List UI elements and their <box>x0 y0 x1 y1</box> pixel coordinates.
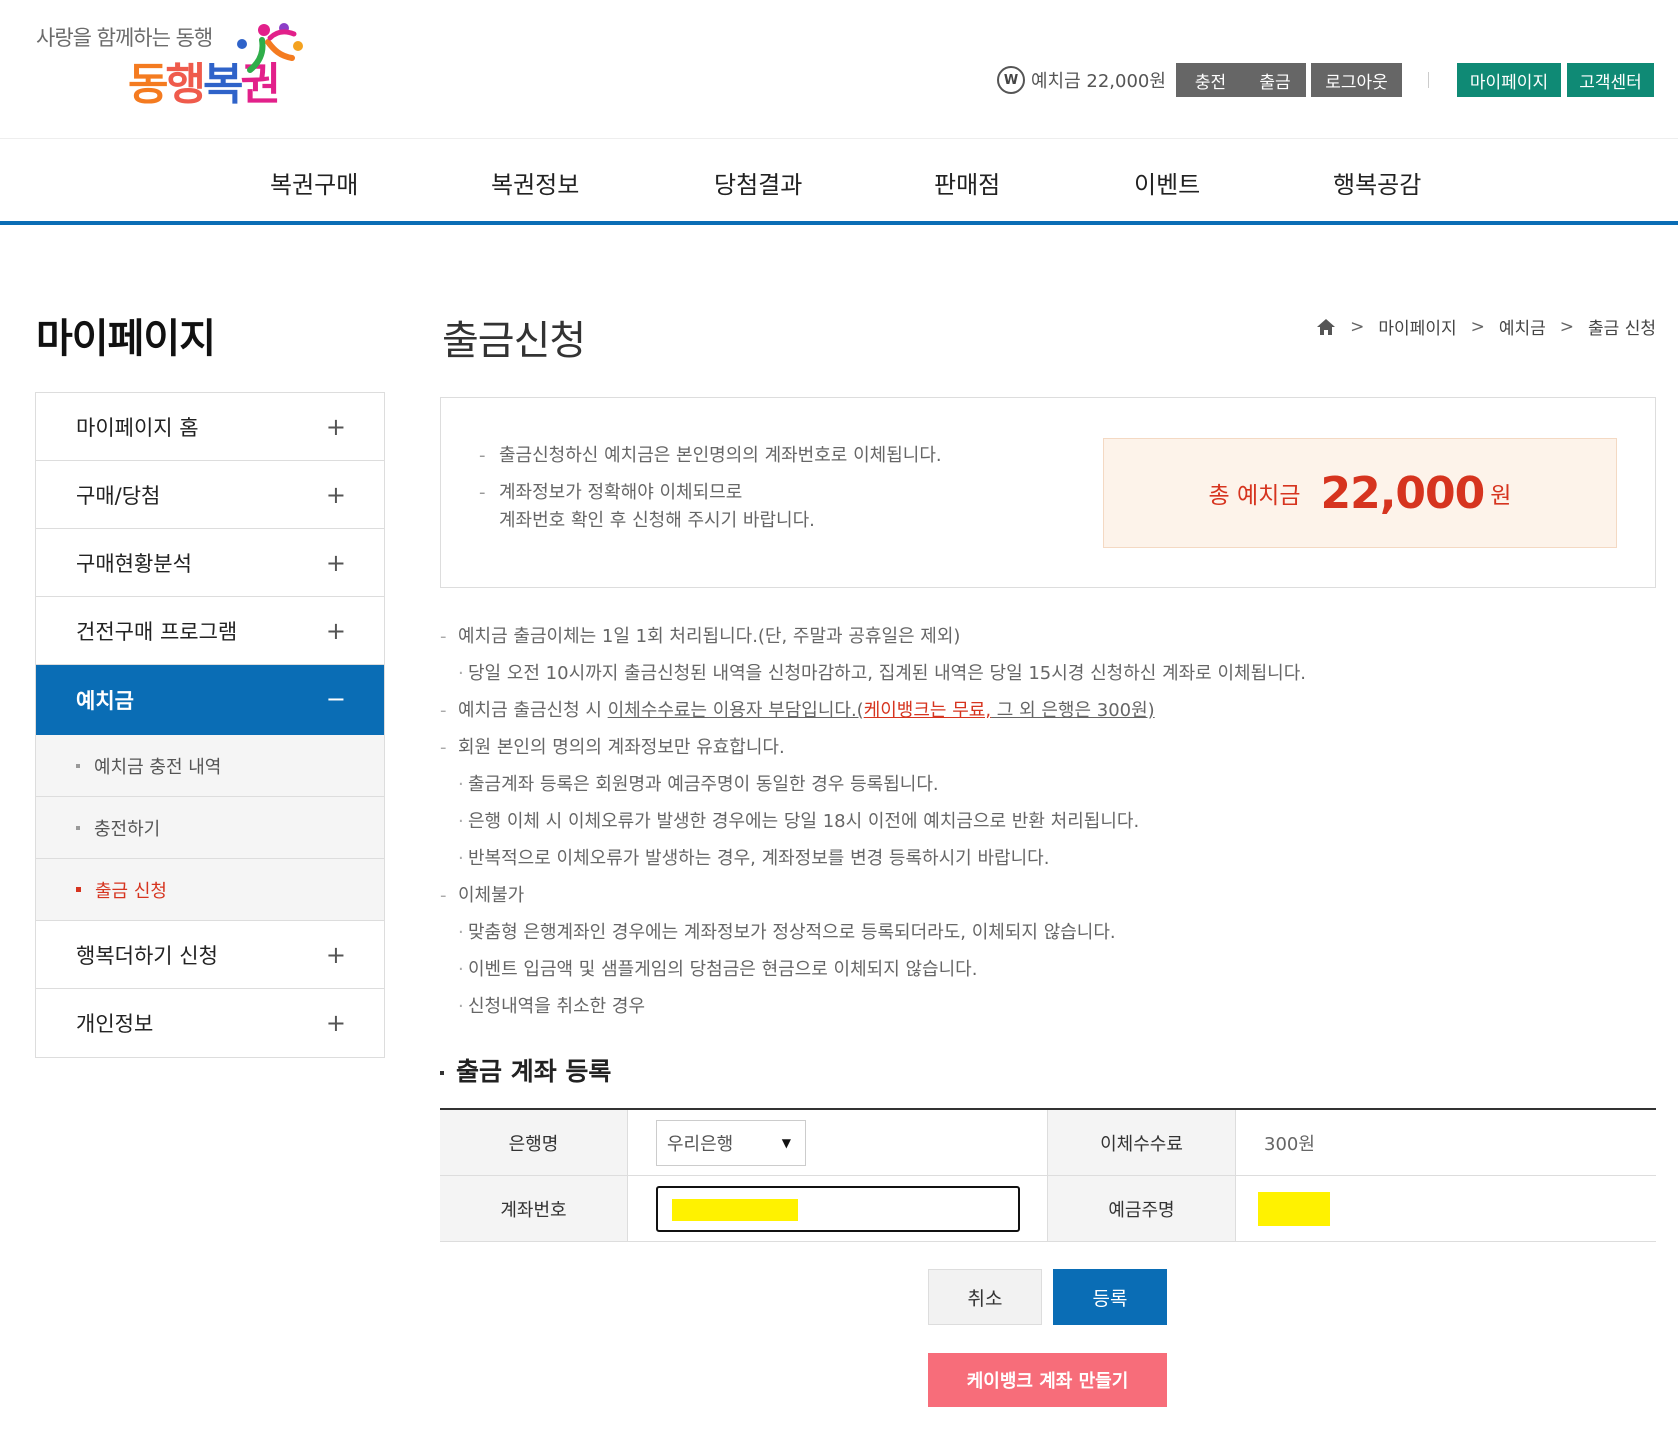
cancel-button[interactable]: 취소 <box>928 1269 1042 1325</box>
nav-events[interactable]: 이벤트 <box>1134 165 1200 200</box>
account-number-cell <box>628 1176 1048 1241</box>
nav-winning-results[interactable]: 당첨결과 <box>714 165 802 200</box>
sidebar-item-deposit[interactable]: 예치금 − <box>36 665 384 735</box>
sidebar-item-happiness-plus[interactable]: 행복더하기 신청 + <box>36 921 384 989</box>
bank-cell: 우리은행 ▼ <box>628 1110 1048 1175</box>
plus-icon: + <box>325 617 346 645</box>
breadcrumb-deposit[interactable]: 예치금 <box>1499 314 1546 339</box>
account-holder-label: 예금주명 <box>1048 1176 1236 1241</box>
notice-subitem: · 맞춤형 은행계좌인 경우에는 계좌정보가 정상적으로 등록되더라도, 이체되지… <box>458 922 1116 943</box>
info-line: - 계좌정보가 정확해야 이체되므로 <box>479 482 743 503</box>
plus-icon: + <box>325 413 346 441</box>
fee-label: 이체수수료 <box>1048 1110 1236 1175</box>
bullet-icon <box>440 1071 444 1075</box>
account-number-input[interactable] <box>656 1185 1020 1232</box>
logo[interactable]: 사랑을 함께하는 동행 동행복권 <box>36 20 306 120</box>
caret-down-icon: ▼ <box>781 1135 791 1150</box>
nav-stores[interactable]: 판매점 <box>934 165 1000 200</box>
kbank-account-button[interactable]: 케이뱅크 계좌 만들기 <box>928 1353 1167 1407</box>
redacted-highlight <box>1258 1191 1330 1226</box>
deposit-text: 예치금 22,000원 <box>1031 71 1166 92</box>
bullet-icon <box>76 825 80 830</box>
page-title: 출금신청 <box>442 318 586 364</box>
account-number-label: 계좌번호 <box>440 1176 628 1241</box>
sidebar-menu: 마이페이지 홈 + 구매/당첨 + 구매현황분석 + 건전구매 프로그램 + 예… <box>35 392 385 1058</box>
won-icon: W <box>997 66 1025 94</box>
info-line: - 출금신청하신 예치금은 본인명의의 계좌번호로 이체됩니다. <box>479 445 942 466</box>
notice-subitem: · 은행 이체 시 이체오류가 발생한 경우에는 당일 18시 이전에 예치금으로… <box>458 811 1140 832</box>
charge-button[interactable]: 충전 <box>1176 63 1245 97</box>
sidebar-sub-charge[interactable]: 충전하기 <box>36 797 384 859</box>
notice-item: - 예치금 출금이체는 1일 1회 처리됩니다.(단, 주말과 공휴일은 제외) <box>440 626 961 647</box>
notice-subitem: · 당일 오전 10시까지 출금신청된 내역을 신청마감하고, 집계된 내역은 당… <box>458 663 1306 684</box>
plus-icon: + <box>325 1009 346 1037</box>
fee-value: 300원 <box>1264 1133 1315 1155</box>
plus-icon: + <box>325 549 346 577</box>
nav-lottery-info[interactable]: 복권정보 <box>491 165 579 200</box>
main-nav: 복권구매 복권정보 당첨결과 판매점 이벤트 행복공감 <box>0 138 1678 225</box>
info-line: 계좌번호 확인 후 신청해 주시기 바랍니다. <box>499 510 815 531</box>
total-deposit-amount: 22,000 <box>1320 467 1485 519</box>
sidebar-item-personal-info[interactable]: 개인정보 + <box>36 989 384 1057</box>
logout-button[interactable]: 로그아웃 <box>1311 63 1402 97</box>
breadcrumb-mypage[interactable]: 마이페이지 <box>1378 314 1456 339</box>
sidebar-item-purchase-analysis[interactable]: 구매현황분석 + <box>36 529 384 597</box>
register-button[interactable]: 등록 <box>1053 1269 1167 1325</box>
withdraw-info-box: - 출금신청하신 예치금은 본인명의의 계좌번호로 이체됩니다. - 계좌정보가 정… <box>440 397 1656 588</box>
bank-label: 은행명 <box>440 1110 628 1175</box>
nav-lottery-purchase[interactable]: 복권구매 <box>270 165 358 200</box>
total-deposit-label: 총 예치금 <box>1208 483 1301 509</box>
header-divider <box>1428 72 1429 88</box>
home-icon[interactable] <box>1316 318 1336 336</box>
bank-select-value: 우리은행 <box>667 1133 734 1155</box>
breadcrumb-current: 출금 신청 <box>1588 319 1656 339</box>
form-row: 은행명 우리은행 ▼ 이체수수료 300원 <box>440 1110 1656 1176</box>
bank-select[interactable]: 우리은행 ▼ <box>656 1119 806 1166</box>
chevron-right-icon: > <box>1470 316 1485 337</box>
notice-subitem: · 신청내역을 취소한 경우 <box>458 996 646 1017</box>
breadcrumb: > 마이페이지 > 예치금 > 출금 신청 <box>1316 314 1656 339</box>
deposit-balance: W 예치금 22,000원 <box>997 64 1166 96</box>
notice-subitem: · 출금계좌 등록은 회원명과 예금주명이 동일한 경우 등록됩니다. <box>458 774 939 795</box>
nav-happiness[interactable]: 행복공감 <box>1333 165 1421 200</box>
sidebar-sub-charge-history[interactable]: 예치금 충전 내역 <box>36 735 384 797</box>
notice-subitem: · 반복적으로 이체오류가 발생하는 경우, 계좌정보를 변경 등록하시기 바랍니… <box>458 848 1050 869</box>
total-deposit-box: 총 예치금 22,000 원 <box>1103 438 1617 548</box>
sidebar-title: 마이페이지 <box>36 316 216 362</box>
sidebar-item-purchase-winning[interactable]: 구매/당첨 + <box>36 461 384 529</box>
plus-icon: + <box>325 481 346 509</box>
plus-icon: + <box>325 941 346 969</box>
account-form: 은행명 우리은행 ▼ 이체수수료 300원 계좌번호 예금주명 <box>440 1108 1656 1242</box>
sidebar-item-mypage-home[interactable]: 마이페이지 홈 + <box>36 393 384 461</box>
form-row: 계좌번호 예금주명 <box>440 1176 1656 1242</box>
withdraw-button[interactable]: 출금 <box>1244 63 1306 97</box>
sidebar-item-healthy-purchase[interactable]: 건전구매 프로그램 + <box>36 597 384 665</box>
notice-item: - 이체불가 <box>440 885 525 906</box>
account-holder-cell <box>1236 1176 1656 1241</box>
mypage-button[interactable]: 마이페이지 <box>1457 63 1561 97</box>
sidebar-sub-withdraw-request[interactable]: 출금 신청 <box>36 859 384 921</box>
redacted-highlight <box>672 1198 798 1221</box>
notice-item: - 예치금 출금신청 시 이체수수료는 이용자 부담입니다.(케이뱅크는 무료, … <box>440 700 1155 721</box>
notice-subitem: · 이벤트 입금액 및 샘플게임의 당첨금은 현금으로 이체되지 않습니다. <box>458 959 978 980</box>
chevron-right-icon: > <box>1350 316 1365 337</box>
notice-item: - 회원 본인의 명의의 계좌정보만 유효합니다. <box>440 737 785 758</box>
total-deposit-unit: 원 <box>1490 483 1512 509</box>
bullet-icon <box>76 887 81 892</box>
logo-mark-icon <box>237 23 303 73</box>
customer-center-button[interactable]: 고객센터 <box>1567 63 1654 97</box>
section-title: 출금 계좌 등록 <box>440 1052 611 1088</box>
chevron-right-icon: > <box>1559 316 1575 337</box>
minus-icon: − <box>325 685 346 713</box>
bullet-icon <box>76 763 80 768</box>
